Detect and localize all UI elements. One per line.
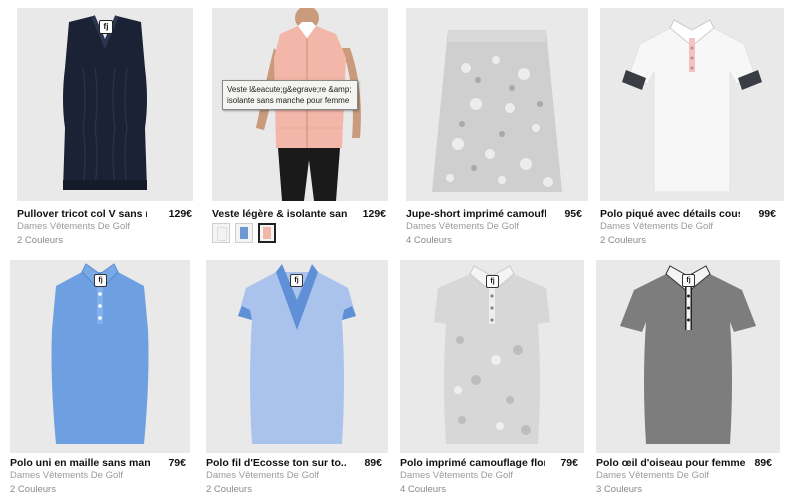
product-image[interactable] (406, 8, 588, 201)
product-card[interactable]: fj Polo uni en maille sans manc... 79€ D… (0, 255, 200, 500)
product-category: Dames Vêtements De Golf (400, 470, 513, 481)
product-name[interactable]: Polo piqué avec détails cous... (600, 208, 740, 220)
product-price: 129€ (362, 208, 386, 220)
product-card[interactable]: fj Pullover tricot col V sans m... 129€ … (0, 0, 200, 250)
product-category: Dames Vêtements De Golf (17, 221, 130, 232)
brand-logo: fj (99, 20, 113, 34)
product-card[interactable]: Veste légère & isolante sans... 129€ (200, 0, 400, 250)
product-price: 99€ (758, 208, 776, 220)
product-price: 79€ (168, 457, 186, 469)
product-color-count: 2 Couleurs (206, 484, 252, 495)
product-color-count: 4 Couleurs (406, 235, 452, 246)
product-color-count: 3 Couleurs (596, 484, 642, 495)
product-card[interactable]: fj Polo imprimé camouflage flor... 79€ D… (400, 255, 600, 500)
product-card[interactable]: fj Polo œil d'oiseau pour femme 89€ Dame… (596, 255, 800, 500)
product-name[interactable]: Jupe-short imprimé camouflag... (406, 208, 546, 220)
product-color-count: 2 Couleurs (10, 484, 56, 495)
product-category: Dames Vêtements De Golf (406, 221, 519, 232)
color-swatch-blue[interactable] (235, 223, 253, 243)
product-category: Dames Vêtements De Golf (596, 470, 709, 481)
product-name[interactable]: Polo œil d'oiseau pour femme (596, 457, 746, 469)
product-price: 89€ (364, 457, 382, 469)
product-image[interactable] (600, 8, 784, 201)
brand-logo: fj (486, 275, 499, 288)
product-name[interactable]: Pullover tricot col V sans m... (17, 208, 147, 220)
grey-polo-image (620, 265, 756, 444)
product-name[interactable]: Polo imprimé camouflage flor... (400, 457, 545, 469)
skort-image (432, 30, 562, 192)
product-card[interactable]: Jupe-short imprimé camouflag... 95€ Dame… (400, 0, 600, 250)
product-color-count: 2 Couleurs (17, 235, 63, 246)
product-card[interactable]: Polo piqué avec détails cous... 99€ Dame… (600, 0, 800, 250)
product-name[interactable]: Polo fil d'Ecosse ton sur to... (206, 457, 346, 469)
light-blue-polo-image (238, 264, 356, 444)
product-color-count: 2 Couleurs (600, 235, 646, 246)
tooltip-text: Veste l&eacute;g&egrave;re &amp; isolant… (227, 85, 352, 105)
color-swatch-pink[interactable] (258, 223, 276, 243)
white-polo-image (622, 19, 762, 193)
tooltip: Veste l&eacute;g&egrave;re &amp; isolant… (222, 80, 358, 110)
color-swatch-white[interactable] (212, 223, 230, 243)
product-image[interactable]: fj (206, 260, 388, 453)
brand-logo: fj (682, 274, 695, 287)
brand-logo: fj (290, 274, 303, 287)
camo-polo-image (434, 265, 550, 444)
product-image[interactable]: fj (10, 260, 190, 453)
product-category: Dames Vêtements De Golf (600, 221, 713, 232)
product-image[interactable]: fj (17, 8, 193, 201)
product-name[interactable]: Polo uni en maille sans manc... (10, 457, 150, 469)
product-price: 129€ (168, 208, 192, 220)
sleeveless-sweater-image (63, 15, 147, 190)
brand-logo: fj (94, 274, 107, 287)
product-price: 95€ (564, 208, 582, 220)
product-price: 89€ (754, 457, 772, 469)
product-color-count: 4 Couleurs (400, 484, 446, 495)
product-price: 79€ (560, 457, 578, 469)
product-image[interactable]: fj (400, 260, 584, 453)
product-category: Dames Vêtements De Golf (10, 470, 123, 481)
product-name[interactable]: Veste légère & isolante sans... (212, 208, 347, 220)
product-category: Dames Vêtements De Golf (206, 470, 319, 481)
blue-sleeveless-polo-image (51, 263, 149, 444)
product-card[interactable]: fj Polo fil d'Ecosse ton sur to... 89€ D… (200, 255, 400, 500)
product-image[interactable]: fj (596, 260, 780, 453)
